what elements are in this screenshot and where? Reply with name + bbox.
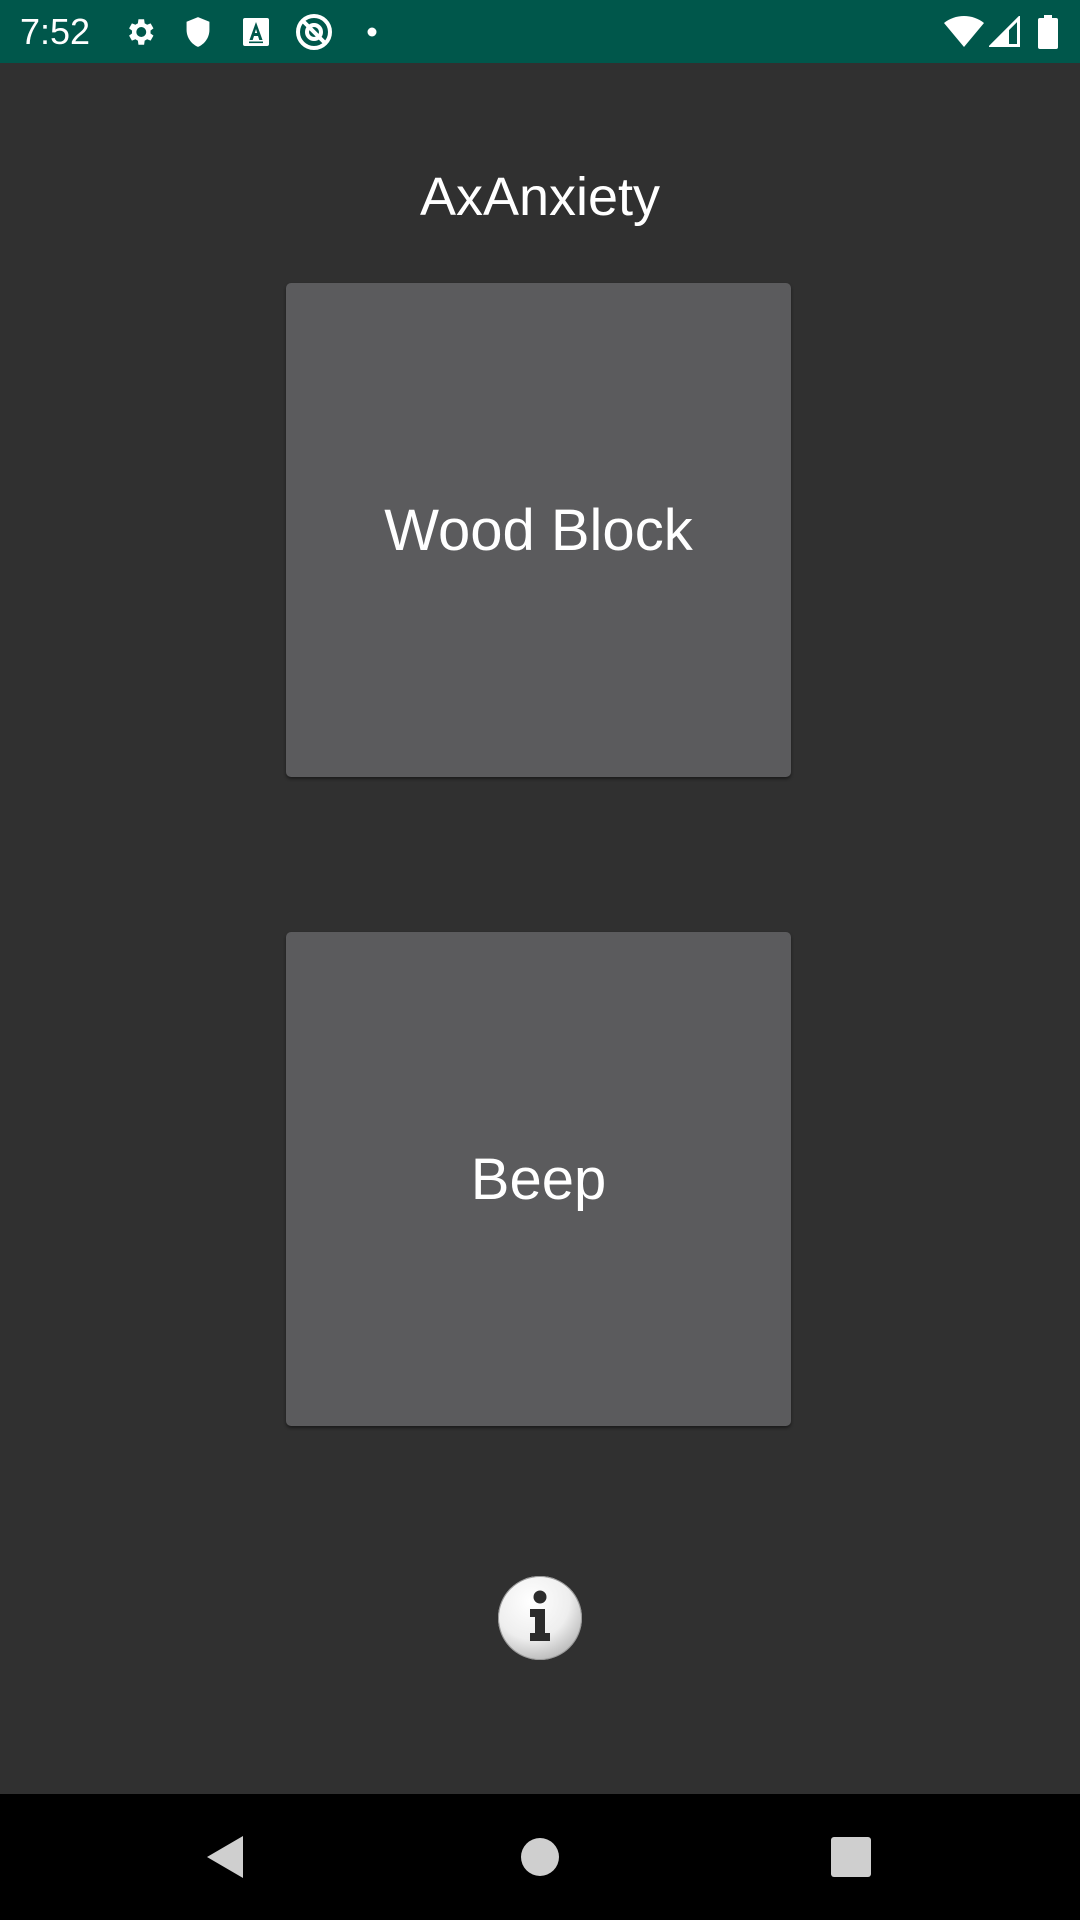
navigation-bar <box>0 1794 1080 1920</box>
info-icon <box>498 1576 582 1660</box>
status-bar: 7:52 <box>0 0 1080 63</box>
back-button[interactable] <box>180 1794 270 1920</box>
font-a-icon <box>242 0 270 63</box>
cell-signal-icon <box>988 0 1022 63</box>
app-screen: 7:52 AxAnxiety Wood Block Beep <box>0 0 1080 1920</box>
wood-block-label: Wood Block <box>384 497 693 563</box>
beep-label: Beep <box>470 1146 607 1212</box>
wifi-icon <box>944 0 984 63</box>
settings-icon <box>122 0 158 63</box>
beep-button[interactable]: Beep <box>286 932 791 1426</box>
app-title: AxAnxiety <box>419 167 661 227</box>
home-button[interactable] <box>495 1794 585 1920</box>
back-triangle-icon <box>207 1836 243 1878</box>
recents-button[interactable] <box>806 1794 896 1920</box>
recents-square-icon <box>831 1837 871 1877</box>
status-time: 7:52 <box>20 11 91 52</box>
shield-icon <box>182 0 214 63</box>
info-button[interactable] <box>497 1575 583 1661</box>
wood-block-button[interactable]: Wood Block <box>286 283 791 777</box>
no-data-icon <box>294 0 334 63</box>
battery-icon <box>1036 0 1060 63</box>
notification-dot-icon <box>366 0 378 63</box>
home-circle-icon <box>521 1838 559 1876</box>
